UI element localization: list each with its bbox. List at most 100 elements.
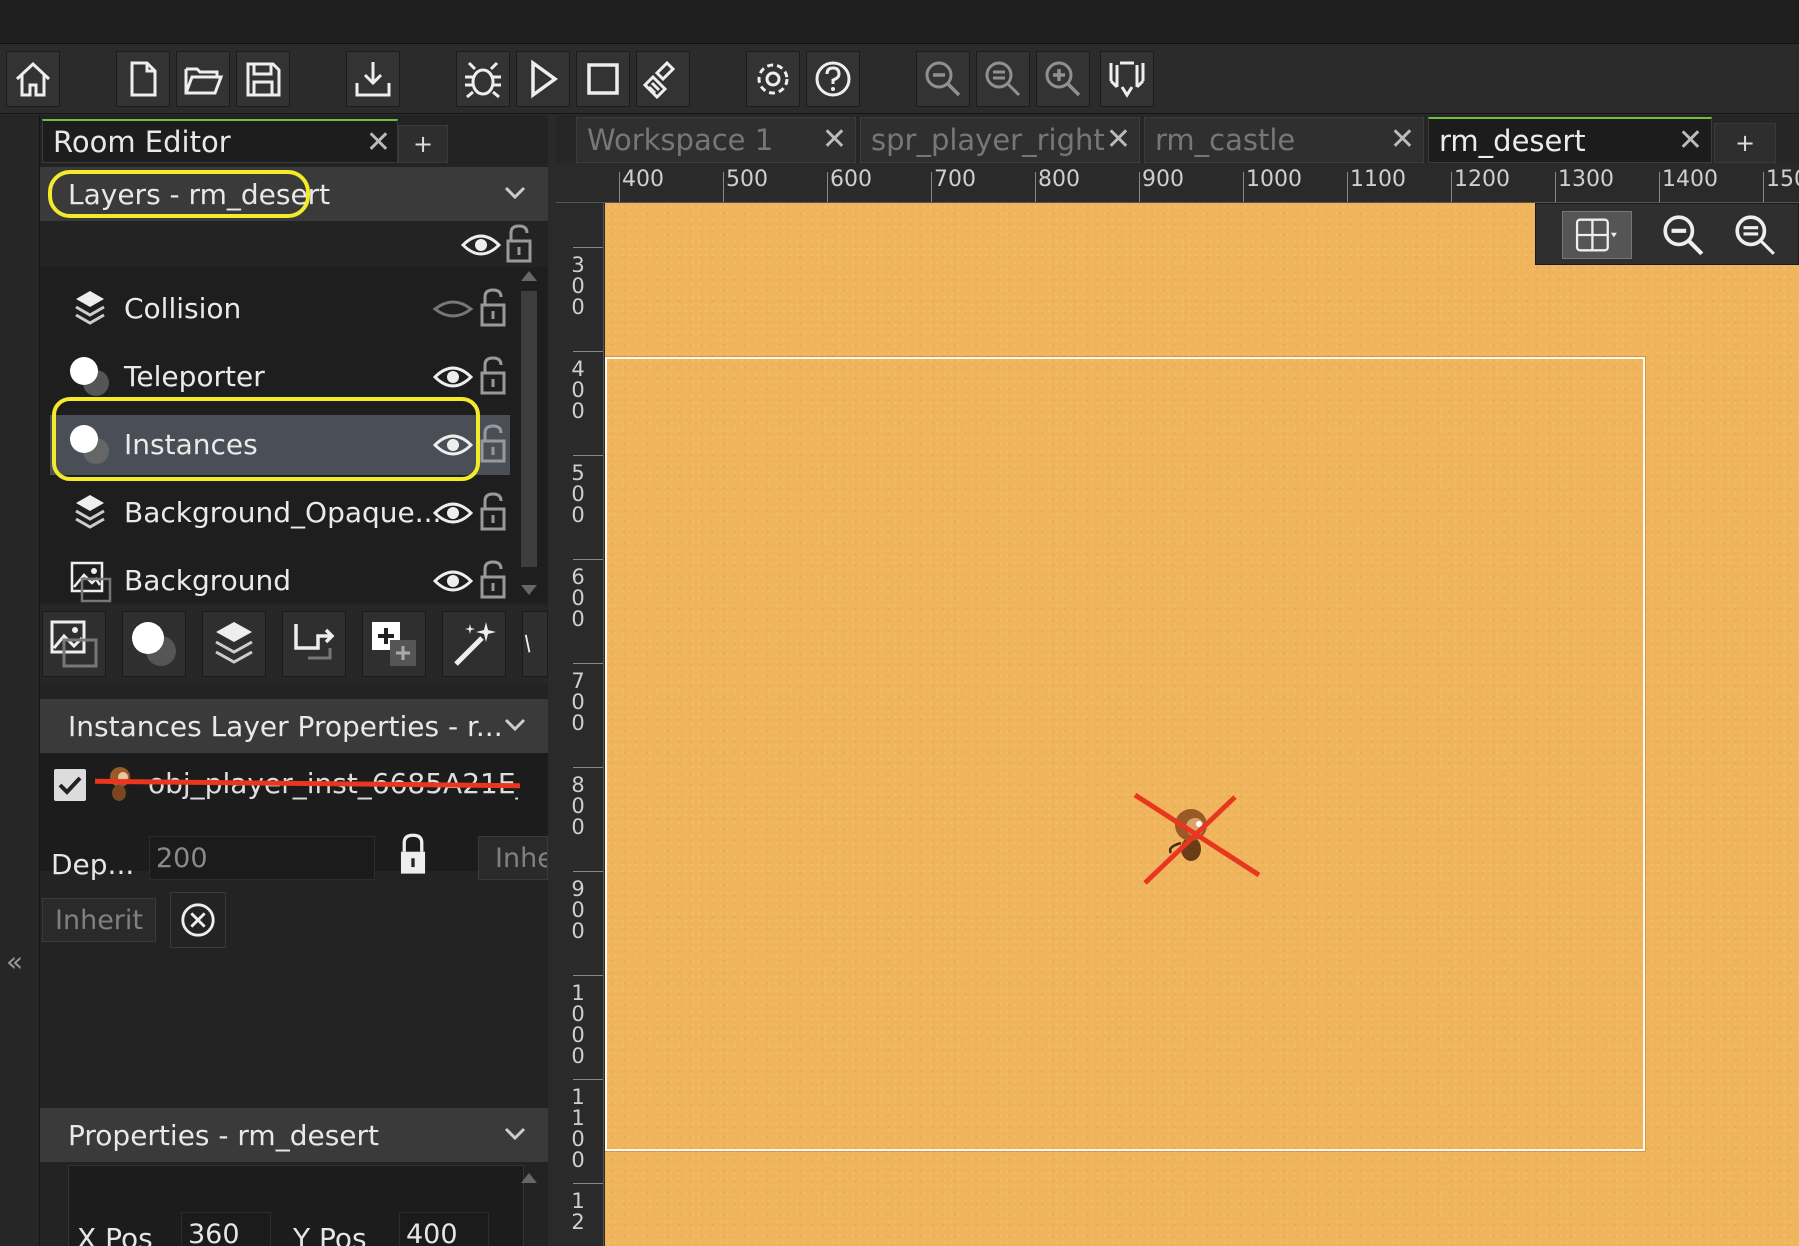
ruler-tick-label: 400 [571, 357, 585, 423]
debug-icon[interactable] [456, 51, 510, 107]
lock-icon[interactable] [504, 223, 534, 265]
layer-row-background[interactable]: Background [50, 551, 510, 611]
ruler-tick-label: 1100 [1350, 167, 1406, 192]
help-icon[interactable] [806, 51, 860, 107]
add-effect-layer-icon[interactable] [442, 611, 506, 677]
close-icon[interactable]: ✕ [1678, 123, 1703, 158]
layer-tools-bar [40, 605, 548, 685]
lock-icon[interactable] [478, 355, 508, 397]
stop-icon[interactable] [576, 51, 630, 107]
collapse-panel-icon[interactable]: « [6, 945, 23, 978]
add-asset-layer-icon[interactable] [362, 611, 426, 677]
run-icon[interactable] [516, 51, 570, 107]
close-icon[interactable]: ✕ [1106, 122, 1131, 157]
add-path-layer-icon[interactable] [282, 611, 346, 677]
add-tab-button[interactable]: + [1714, 123, 1776, 163]
grid-icon[interactable] [1562, 211, 1632, 259]
layer-row-collision[interactable]: Collision [50, 279, 510, 339]
zoom-out-icon[interactable] [916, 51, 970, 107]
zoom-in-icon[interactable] [1728, 211, 1782, 259]
room-canvas[interactable] [605, 203, 1799, 1246]
ruler-tick [1763, 172, 1764, 202]
layer-name: Teleporter [124, 360, 265, 393]
ruler-tick-label: 600 [571, 565, 585, 631]
tab-rm-desert[interactable]: rm_desert ✕ [1428, 117, 1712, 163]
instance-layer-icon [70, 357, 109, 396]
save-icon[interactable] [236, 51, 290, 107]
player-instance[interactable] [1131, 791, 1261, 891]
close-icon[interactable]: ✕ [366, 125, 391, 160]
tab-label: spr_player_right [871, 123, 1105, 157]
close-icon[interactable]: ✕ [822, 122, 847, 157]
ruler-tick [573, 455, 603, 456]
layer-name: Background_Opaque... [124, 496, 442, 529]
export-icon[interactable] [346, 51, 400, 107]
settings-icon[interactable] [746, 51, 800, 107]
ruler-tick-label: 300 [571, 253, 585, 319]
add-instance-layer-icon[interactable] [122, 611, 186, 677]
lock-icon[interactable] [396, 832, 430, 878]
chevron-down-icon[interactable] [502, 1120, 528, 1146]
tab-workspace-1[interactable]: Workspace 1 ✕ [576, 117, 856, 163]
tab-spr-player-right[interactable]: spr_player_right ✕ [860, 117, 1140, 163]
tab-label: Workspace 1 [587, 123, 774, 157]
lock-icon[interactable] [478, 491, 508, 533]
zoom-reset-icon[interactable] [976, 51, 1030, 107]
add-background-layer-icon[interactable] [42, 611, 106, 677]
ruler-tick-label: 1000 [1246, 167, 1302, 192]
xpos-input[interactable]: 360 [181, 1212, 271, 1246]
lock-icon[interactable] [478, 559, 508, 601]
ruler-tick-label: 1400 [1662, 167, 1718, 192]
close-icon[interactable]: ✕ [1390, 122, 1415, 157]
clean-icon[interactable] [636, 51, 690, 107]
highlight-annotation [48, 170, 310, 218]
ruler-tick [723, 172, 724, 202]
instance-checkbox[interactable] [54, 769, 86, 801]
add-panel-tab-button[interactable]: + [398, 125, 448, 163]
ruler-tick [1555, 172, 1556, 202]
ruler-tick [1243, 172, 1244, 202]
tab-rm-castle[interactable]: rm_castle ✕ [1144, 117, 1424, 163]
room-editor-panel: Room Editor ✕ + Layers - rm_desert Colli… [40, 115, 548, 1246]
ruler-tick-label: 12 [571, 1189, 585, 1234]
zoom-out-icon[interactable] [1656, 211, 1710, 259]
inherit-button[interactable]: Inherit [42, 898, 156, 942]
chevron-down-icon[interactable] [502, 179, 528, 205]
ruler-tick-label: 800 [571, 773, 585, 839]
close-circle-icon [181, 903, 215, 937]
depth-input[interactable]: 200 [149, 836, 375, 880]
room-properties-header[interactable]: Properties - rm_desert [40, 1108, 548, 1162]
ruler-tick-label: 1200 [1454, 167, 1510, 192]
add-filter-layer-icon[interactable] [522, 611, 548, 677]
room-editor-tab[interactable]: Room Editor ✕ [42, 119, 398, 163]
eye-icon[interactable] [432, 497, 474, 529]
room-properties-label: Properties - rm_desert [68, 1118, 380, 1152]
title-strip [0, 0, 1799, 44]
lock-icon[interactable] [478, 423, 508, 465]
main-toolbar [0, 44, 1799, 114]
inherit-depth-button[interactable]: Inhe [478, 836, 548, 880]
eye-icon[interactable] [432, 361, 474, 393]
eye-icon[interactable] [432, 565, 474, 597]
chevron-down-icon[interactable] [502, 711, 528, 737]
canvas-tools [1535, 203, 1799, 265]
layer-row-background-opaque[interactable]: Background_Opaque... [50, 483, 510, 543]
layers-scrollbar[interactable] [518, 267, 540, 599]
clear-button[interactable] [170, 892, 226, 948]
add-tile-layer-icon[interactable] [202, 611, 266, 677]
new-file-icon[interactable] [116, 51, 170, 107]
open-folder-icon[interactable] [176, 51, 230, 107]
window-layout-icon[interactable] [1100, 51, 1154, 107]
zoom-in-icon[interactable] [1036, 51, 1090, 107]
properties-scroll-up-icon[interactable] [518, 1167, 540, 1187]
ruler-tick [573, 663, 603, 664]
ruler-tick [1139, 172, 1140, 202]
ypos-input[interactable]: 400 [399, 1212, 489, 1246]
instances-properties-header[interactable]: Instances Layer Properties - r... [40, 699, 548, 753]
lock-icon[interactable] [478, 287, 508, 329]
eye-closed-icon[interactable] [432, 293, 474, 325]
home-icon[interactable] [6, 51, 60, 107]
ruler-tick [573, 559, 603, 560]
ruler-tick [1451, 172, 1452, 202]
eye-icon[interactable] [460, 229, 502, 261]
